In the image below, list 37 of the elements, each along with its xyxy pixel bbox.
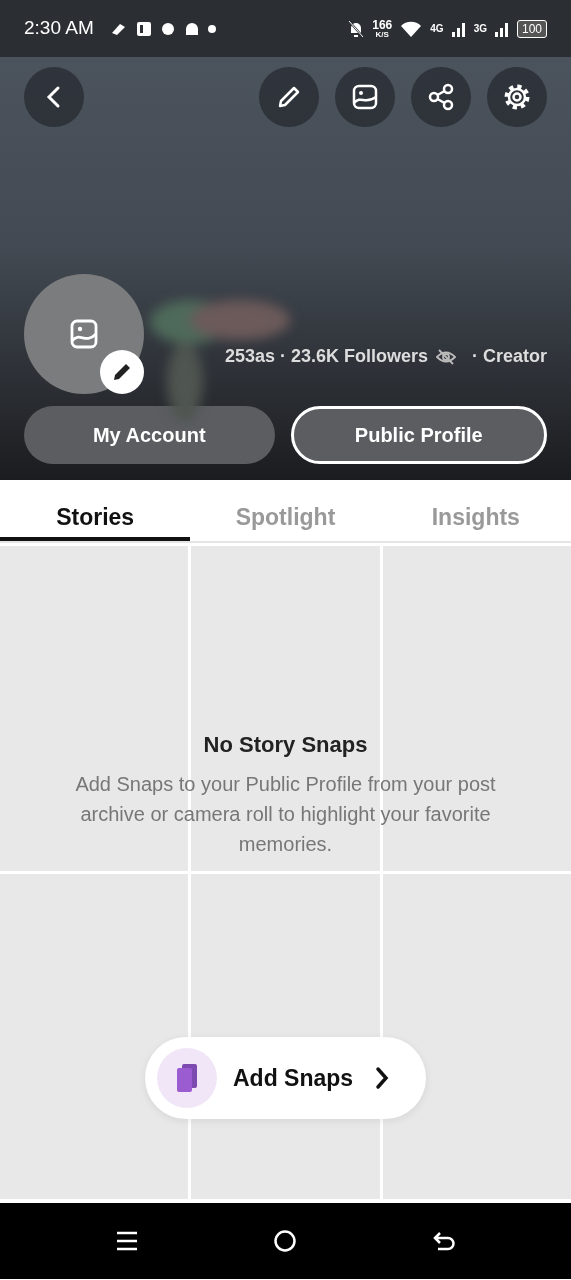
speed-unit: K/S: [375, 30, 389, 39]
network-type: 3G: [473, 22, 487, 36]
image-button[interactable]: [335, 67, 395, 127]
empty-title: No Story Snaps: [202, 731, 369, 759]
public-profile-button[interactable]: Public Profile: [290, 406, 547, 464]
signal-icon: [494, 20, 509, 37]
back-icon[interactable]: [431, 1230, 456, 1252]
account-button[interactable]: My Account: [24, 406, 275, 464]
chevron-icon: [374, 1066, 390, 1090]
dot-icon: [207, 24, 216, 33]
signal-icon: [451, 20, 466, 37]
edit-button[interactable]: [259, 67, 319, 127]
image-icon: [70, 319, 98, 349]
pencil-icon: [276, 84, 302, 110]
status-time: 2:30 AM: [24, 16, 94, 41]
network-type: 4G: [430, 22, 444, 36]
battery-level: 100: [516, 19, 547, 38]
cards-icon: [174, 1063, 200, 1093]
share-button[interactable]: [411, 67, 471, 127]
settings-button[interactable]: [487, 67, 547, 127]
share-icon: [427, 83, 455, 111]
settings-icon: [502, 82, 532, 112]
muted-bell-icon: [348, 19, 365, 38]
profile-role: · Creator: [472, 345, 547, 368]
home-icon[interactable]: [273, 1229, 298, 1253]
app-icon: [135, 20, 152, 37]
menu-icon[interactable]: [115, 1230, 140, 1252]
image-icon: [351, 83, 379, 111]
add-snaps-button[interactable]: Add Snaps: [145, 1037, 426, 1119]
back-button[interactable]: [24, 67, 84, 127]
empty-message: Add Snaps to your Public Profile from your post archive or camera roll to highlight your favorite memories.: [74, 772, 497, 857]
hidden-icon: [436, 347, 456, 366]
pencil-icon: [111, 361, 133, 383]
network-speed: 166: [372, 18, 393, 31]
profile-stats: 253as · 23.6K Followers: [224, 345, 428, 368]
wifi-icon: [400, 20, 423, 37]
edit-avatar-button[interactable]: [100, 350, 144, 394]
